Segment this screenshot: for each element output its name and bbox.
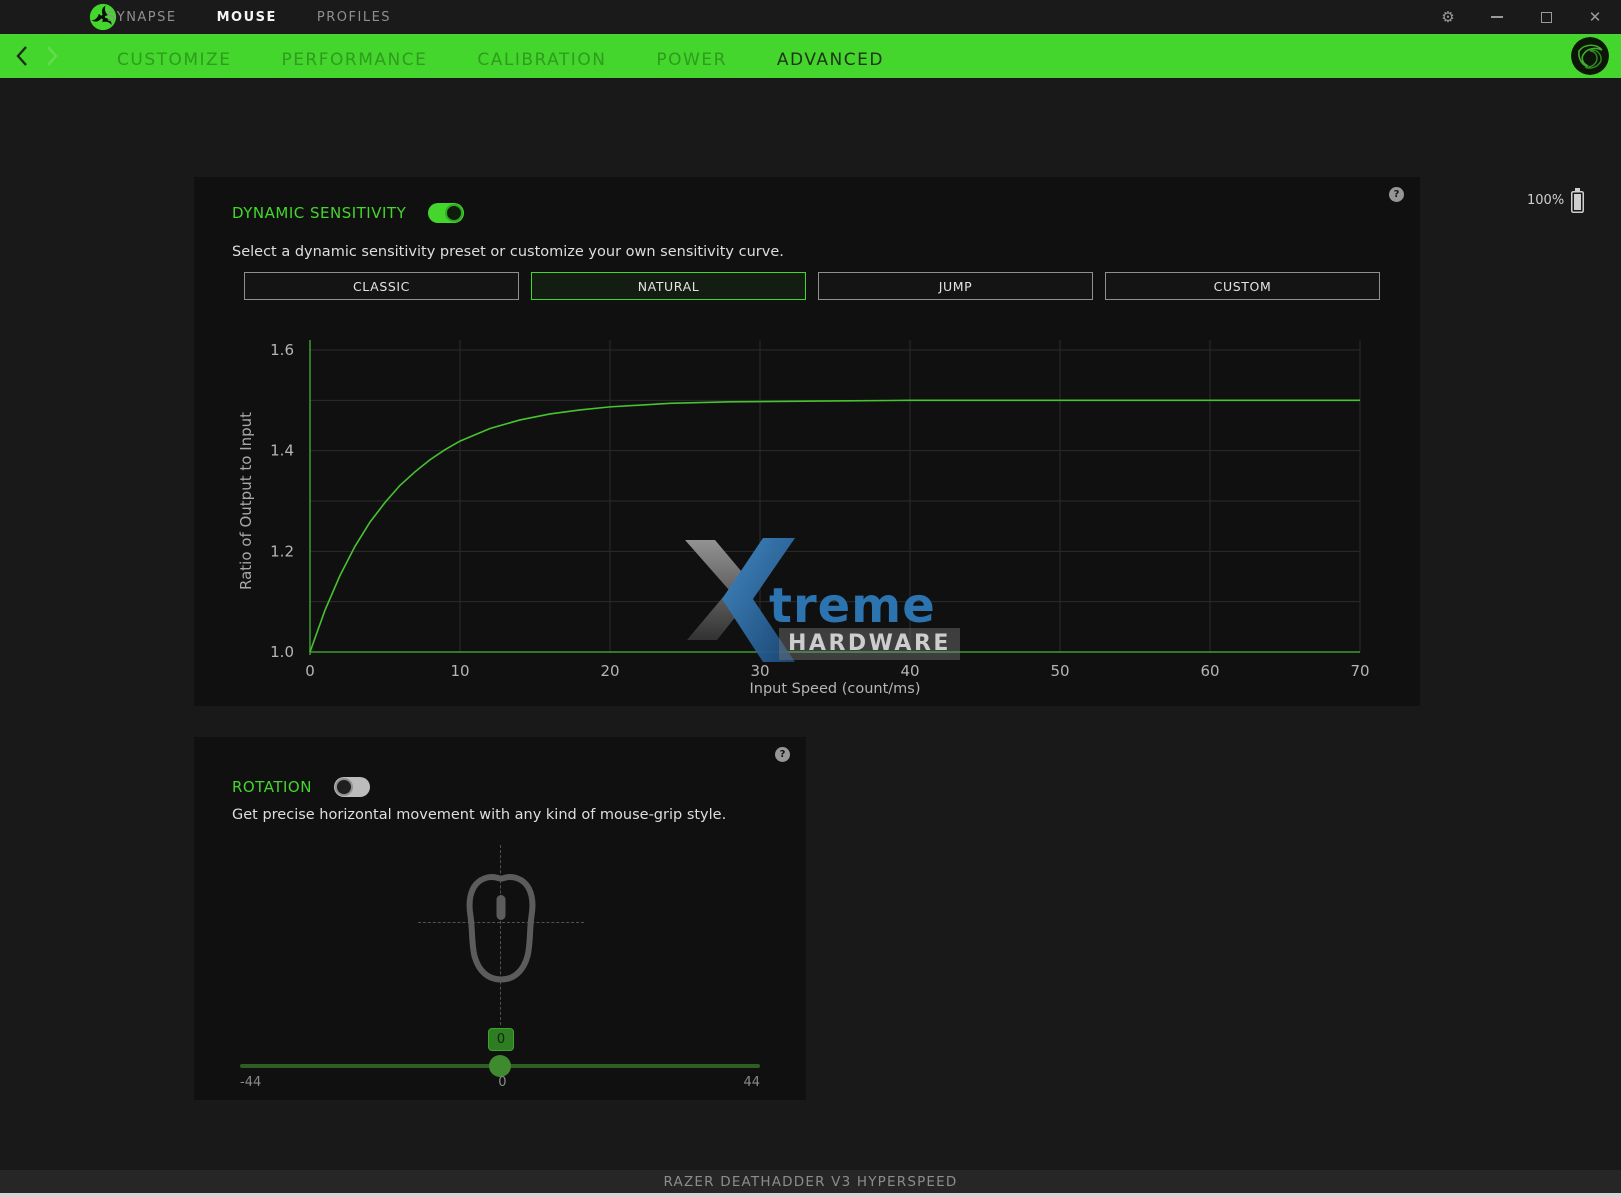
minimize-button[interactable] (1489, 9, 1505, 25)
subtab-performance[interactable]: PERFORMANCE (281, 50, 427, 70)
subtab-customize[interactable]: CUSTOMIZE (117, 50, 231, 70)
maximize-icon (1541, 12, 1552, 23)
rotation-slider-labels: -44 0 44 (240, 1075, 760, 1090)
x-tick-label: 60 (1200, 662, 1219, 680)
rotation-title: ROTATION (232, 778, 312, 796)
preset-custom[interactable]: CUSTOM (1105, 272, 1380, 300)
y-axis-title: Ratio of Output to Input (237, 412, 255, 590)
dynamic-sensitivity-header: DYNAMIC SENSITIVITY (232, 203, 464, 223)
tab-mouse[interactable]: MOUSE (217, 10, 277, 25)
preset-jump[interactable]: JUMP (818, 272, 1093, 300)
x-tick-label: 10 (450, 662, 469, 680)
forward-icon[interactable] (44, 45, 60, 67)
battery-icon (1571, 188, 1584, 213)
rotation-toggle[interactable] (334, 777, 370, 797)
x-tick-label: 70 (1350, 662, 1369, 680)
profile-bar: PROFILE DESKTOP-1KAREDD-Defa... ▾ ••• 10… (0, 78, 1621, 138)
battery-percent: 100% (1527, 193, 1564, 208)
subtab-power[interactable]: POWER (656, 50, 727, 70)
preset-classic[interactable]: CLASSIC (244, 272, 519, 300)
preset-natural[interactable]: NATURAL (531, 272, 806, 300)
toggle-knob (445, 204, 463, 222)
user-avatar[interactable] (1571, 37, 1609, 75)
window-controls: ⚙ ✕ (1440, 0, 1603, 34)
dynamic-sensitivity-title: DYNAMIC SENSITIVITY (232, 204, 406, 222)
x-axis-title: Input Speed (count/ms) (749, 681, 920, 697)
nav-history (14, 34, 60, 78)
rotation-description: Get precise horizontal movement with any… (232, 807, 726, 823)
maximize-button[interactable] (1538, 9, 1554, 25)
settings-gear-icon[interactable]: ⚙ (1440, 9, 1456, 25)
x-tick-label: 40 (900, 662, 919, 680)
x-tick-label: 30 (750, 662, 769, 680)
bottom-edge-strip (0, 1193, 1621, 1197)
y-tick-label: 1.0 (270, 643, 294, 661)
device-footer: RAZER DEATHADDER V3 HYPERSPEED (0, 1170, 1621, 1193)
rotation-panel: ? ROTATION Get precise horizontal moveme… (194, 737, 806, 1100)
device-subtabs: CUSTOMIZE PERFORMANCE CALIBRATION POWER … (117, 34, 884, 78)
titlebar-tabs: SYNAPSE MOUSE PROFILES (51, 0, 391, 34)
device-name: RAZER DEATHADDER V3 HYPERSPEED (664, 1174, 958, 1190)
help-icon[interactable]: ? (1389, 187, 1404, 202)
x-tick-label: 0 (305, 662, 315, 680)
razer-synapse-window: SYNAPSE MOUSE PROFILES ⚙ ✕ CUSTOMIZE PER… (0, 0, 1621, 1197)
rotation-slider-knob[interactable] (489, 1055, 511, 1077)
x-tick-label: 50 (1050, 662, 1069, 680)
rotation-header: ROTATION (232, 777, 370, 797)
rotation-value-badge: 0 (488, 1028, 514, 1051)
y-tick-label: 1.2 (270, 542, 294, 560)
sensitivity-curve (310, 400, 1360, 652)
slider-min-label: -44 (240, 1075, 261, 1090)
titlebar: SYNAPSE MOUSE PROFILES ⚙ ✕ (0, 0, 1621, 34)
close-button[interactable]: ✕ (1587, 9, 1603, 25)
sensitivity-presets: CLASSIC NATURAL JUMP CUSTOM (244, 272, 1380, 300)
dynamic-sensitivity-toggle[interactable] (428, 203, 464, 223)
slider-center-label: 0 (498, 1075, 506, 1090)
dynamic-sensitivity-description: Select a dynamic sensitivity preset or c… (232, 244, 784, 260)
slider-max-label: 44 (743, 1075, 760, 1090)
subtab-calibration[interactable]: CALIBRATION (477, 50, 606, 70)
y-tick-label: 1.6 (270, 341, 294, 359)
navbar: CUSTOMIZE PERFORMANCE CALIBRATION POWER … (0, 34, 1621, 78)
mouse-outline-icon (465, 872, 537, 987)
subtab-advanced[interactable]: ADVANCED (777, 50, 884, 70)
x-tick-label: 20 (600, 662, 619, 680)
sensitivity-chart: 0 10 20 30 40 50 60 70 1.0 1.2 1.4 1.6 Input Speed (… (194, 327, 1420, 706)
battery-status: 100% (1527, 188, 1584, 213)
toggle-knob (335, 778, 353, 796)
tab-profiles[interactable]: PROFILES (317, 10, 391, 25)
dynamic-sensitivity-panel: ? DYNAMIC SENSITIVITY Select a dynamic s… (194, 177, 1420, 706)
y-tick-label: 1.4 (270, 442, 294, 460)
back-icon[interactable] (14, 45, 30, 67)
help-icon[interactable]: ? (775, 747, 790, 762)
tab-synapse[interactable]: SYNAPSE (107, 10, 177, 25)
minimize-icon (1491, 16, 1503, 18)
